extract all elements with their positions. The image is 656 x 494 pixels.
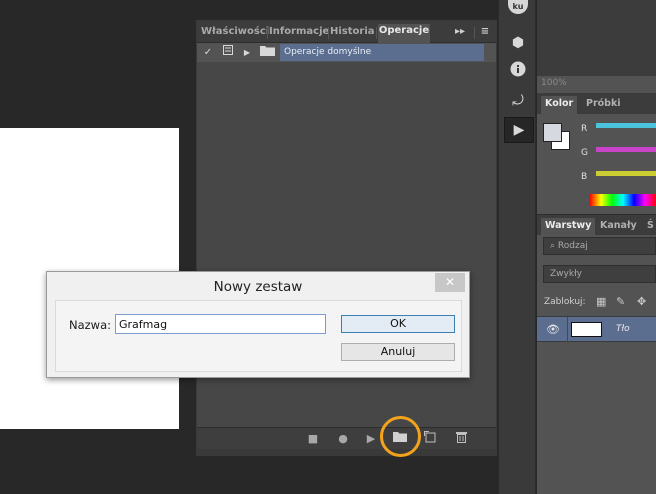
avatar[interactable]: ku (508, 0, 528, 14)
trash-icon[interactable] (453, 431, 469, 447)
navigator-area (537, 0, 656, 76)
channel-r-label: R (581, 124, 588, 134)
actions-panel: Właściwości Informacje Historia Operacje… (196, 20, 497, 456)
zoom-level[interactable]: 100% (541, 78, 567, 88)
dialog-toggle-icon[interactable] (222, 45, 234, 60)
tab-info[interactable]: Informacje (269, 25, 329, 43)
layer-thumbnail (571, 322, 602, 337)
search-icon: ⌕ (550, 241, 556, 251)
visibility-toggle[interactable]: 👁 (537, 317, 568, 343)
tab-swatches[interactable]: Próbki (582, 96, 625, 114)
action-set-name[interactable]: Operacje domyślne (280, 44, 484, 61)
panel-menu-icon[interactable]: ≡ (477, 25, 493, 43)
lock-brush-icon[interactable]: ✎ (616, 295, 625, 308)
lock-move-icon[interactable]: ✥ (637, 295, 646, 308)
panel-dock-strip: ku ⬢ ⤾ ▶ (498, 0, 536, 494)
stop-icon[interactable]: ■ (305, 431, 321, 447)
tab-properties[interactable]: Właściwości (201, 25, 269, 43)
cancel-button[interactable]: Anuluj (341, 343, 455, 361)
play-icon[interactable]: ▶ (363, 431, 379, 447)
actions-toolbar: ■ ● ▶ (197, 427, 496, 449)
expand-triangle-icon[interactable]: ▶ (242, 45, 252, 60)
panel-tab-bar: Właściwości Informacje Historia Operacje… (197, 21, 496, 43)
highlight-ring (380, 416, 421, 457)
history-icon[interactable]: ⤾ (504, 89, 532, 113)
blend-mode-select[interactable]: Zwykły (543, 265, 656, 283)
layer-name[interactable]: Tło (616, 324, 630, 334)
right-panel-column: 100% Kolor Próbki R G B Warstwy Kanały Ś… (537, 0, 656, 494)
channel-b-label: B (581, 172, 588, 182)
channel-g-label: G (581, 148, 588, 158)
new-set-dialog: Nowy zestaw ✕ Nazwa: OK Anuluj (46, 271, 470, 378)
new-action-icon[interactable] (422, 431, 438, 447)
color-tab-bar: Kolor Próbki (537, 93, 656, 114)
info-icon[interactable] (504, 61, 532, 85)
tab-history[interactable]: Historia (330, 25, 375, 43)
tab-channels[interactable]: Kanały (596, 218, 641, 236)
channel-g-slider[interactable] (596, 147, 656, 152)
channel-b-slider[interactable] (596, 171, 656, 176)
checkmark-icon[interactable]: ✓ (202, 45, 214, 60)
lock-transparency-icon[interactable]: ▦ (596, 295, 606, 308)
dialog-body: Nazwa: OK Anuluj (55, 300, 462, 372)
layer-row[interactable]: 👁 Tło (537, 316, 656, 343)
action-set-row[interactable]: ✓ ▶ Operacje domyślne (197, 43, 496, 62)
layer-filter-label: Rodzaj (557, 241, 588, 251)
3d-cube-icon[interactable]: ⬢ (504, 31, 532, 55)
eye-icon: 👁 (546, 323, 560, 336)
dialog-title: Nowy zestaw (213, 279, 303, 295)
channel-r-slider[interactable] (596, 123, 656, 128)
tab-layers[interactable]: Warstwy (541, 218, 596, 236)
close-icon[interactable]: ✕ (435, 273, 465, 292)
tab-paths[interactable]: Ś (643, 218, 656, 236)
panel-resize-bar[interactable] (197, 449, 496, 456)
name-label: Nazwa: (69, 318, 112, 332)
layer-filter-select[interactable]: ⌕ Rodzaj (543, 237, 656, 255)
record-icon[interactable]: ● (335, 431, 351, 447)
actions-play-icon[interactable]: ▶ (504, 117, 534, 143)
layers-tab-bar: Warstwy Kanały Ś (537, 214, 656, 236)
name-input[interactable] (115, 314, 326, 334)
color-spectrum-bar[interactable] (590, 194, 656, 206)
foreground-color-swatch[interactable] (543, 123, 562, 142)
double-chevron-right-icon[interactable]: ▸▸ (453, 25, 467, 43)
lock-label: Zablokuj: (544, 297, 586, 307)
tab-actions[interactable]: Operacje (378, 24, 430, 43)
folder-icon (259, 45, 275, 60)
tab-color[interactable]: Kolor (541, 96, 578, 114)
ok-button[interactable]: OK (341, 315, 455, 333)
